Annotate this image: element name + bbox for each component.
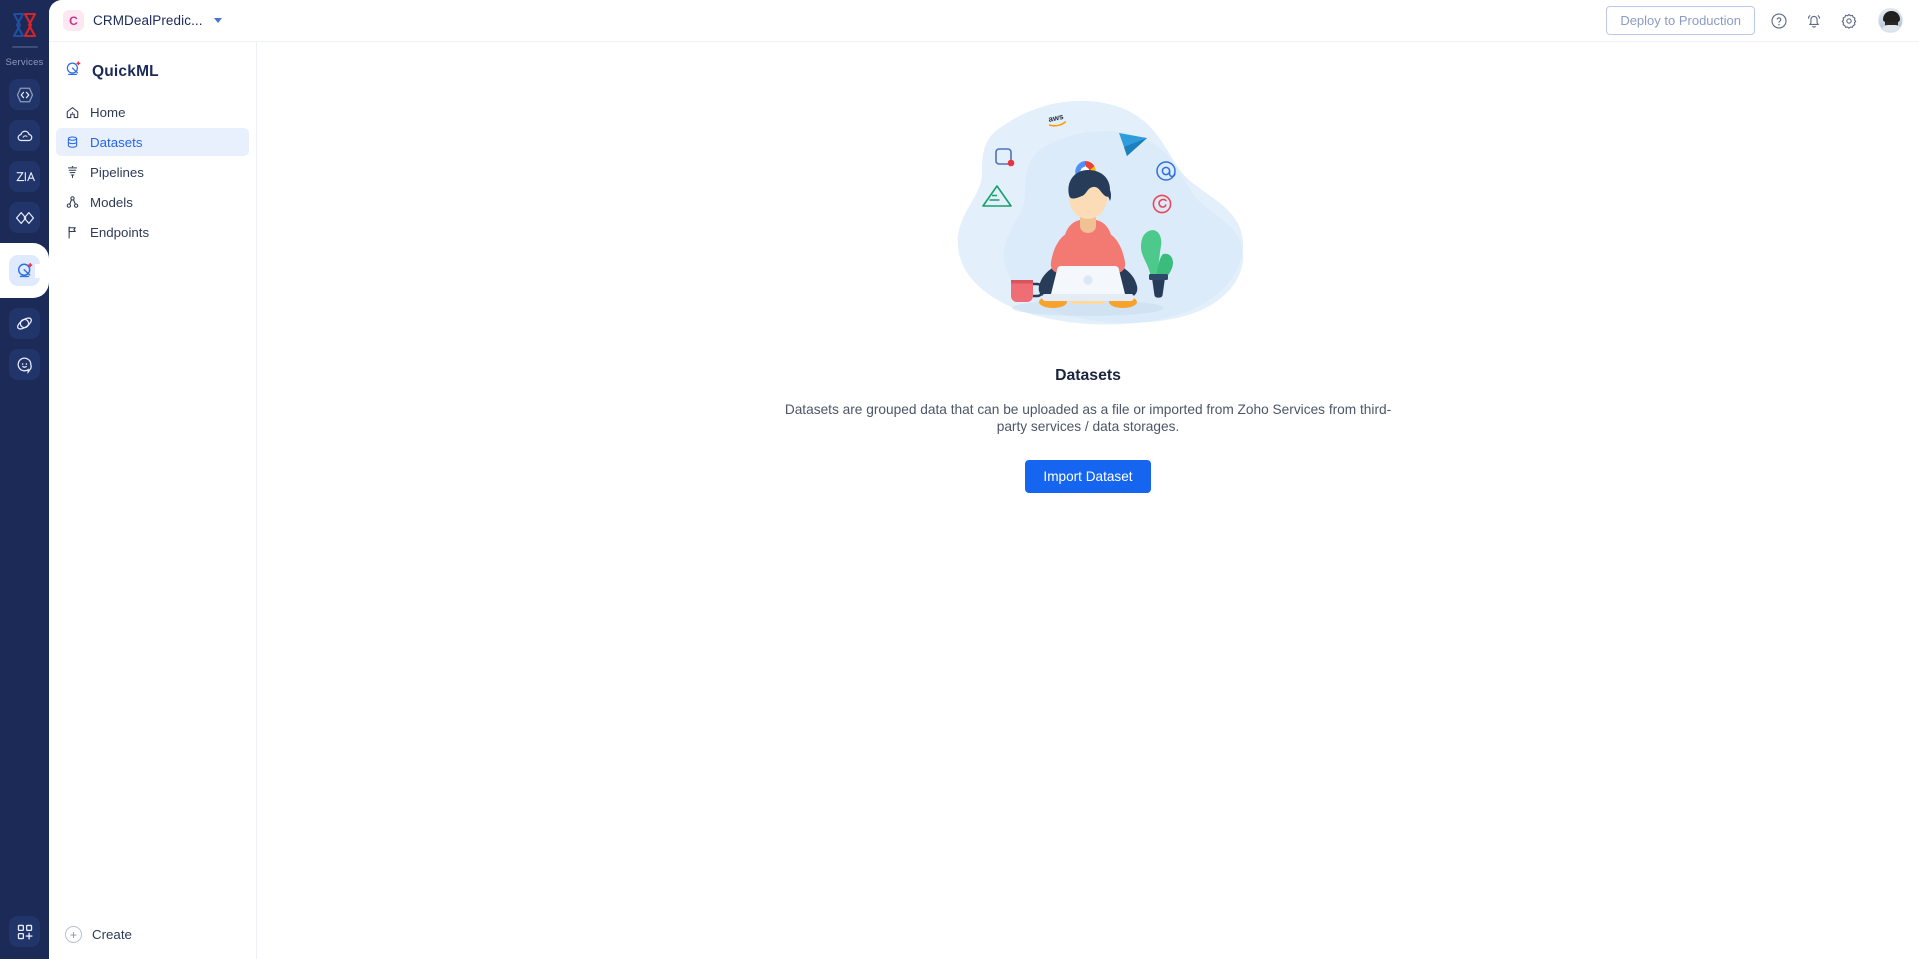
rail-item-list — [0, 79, 49, 380]
org-switcher[interactable]: C CRMDealPredic... — [63, 10, 222, 31]
home-icon — [65, 105, 80, 120]
flag-icon — [65, 225, 80, 240]
topbar-icon-group — [1769, 8, 1903, 33]
quickml-satellite-icon — [64, 60, 83, 84]
person-with-laptop-illustration: aws — [957, 100, 1244, 325]
app-sidebar: QuickML Home Datasets Pipelines Models E… — [49, 42, 257, 959]
rail-item-orbit[interactable] — [9, 308, 40, 339]
page-title: Datasets — [1055, 367, 1121, 384]
models-nodes-icon — [65, 195, 80, 210]
rail-active-highlight — [0, 243, 49, 298]
create-label: Create — [92, 927, 132, 942]
zoho-logo-icon[interactable] — [8, 10, 42, 40]
top-bar: C CRMDealPredic... Deploy to Production — [49, 0, 1919, 42]
sidebar-item-label: Models — [90, 194, 133, 210]
sidebar-item-datasets[interactable]: Datasets — [56, 128, 249, 156]
main-panel: C CRMDealPredic... Deploy to Production — [49, 0, 1919, 959]
sidebar-item-label: Datasets — [90, 134, 143, 150]
app-root: Services C CRMDealPredic... Deploy to Pr… — [0, 0, 1919, 959]
sidebar-item-pipelines[interactable]: Pipelines — [56, 158, 249, 186]
sidebar-item-label: Pipelines — [90, 164, 144, 180]
services-rail: Services — [0, 0, 49, 959]
rail-divider — [11, 46, 38, 48]
brand-name: QuickML — [92, 63, 159, 80]
database-icon — [65, 135, 80, 150]
sidebar-item-label: Endpoints — [90, 224, 150, 240]
settings-gear-icon[interactable] — [1839, 11, 1858, 30]
help-icon[interactable] — [1769, 11, 1788, 30]
rail-item-quickml[interactable] — [9, 255, 40, 286]
panel-body: QuickML Home Datasets Pipelines Models E… — [49, 42, 1919, 959]
quickml-brand: QuickML — [49, 51, 256, 98]
empty-state: aws Datasets Datasets are grouped data t… — [738, 94, 1438, 493]
rail-item-smiley-face[interactable] — [9, 349, 40, 380]
rail-item-catalyst-code[interactable] — [9, 79, 40, 110]
sidebar-nav: Home Datasets Pipelines Models Endpoints — [49, 98, 256, 246]
org-name: CRMDealPredic... — [93, 13, 203, 28]
empty-state-description: Datasets are grouped data that can be up… — [784, 402, 1392, 434]
services-label: Services — [5, 57, 44, 68]
org-avatar: C — [63, 10, 84, 31]
notifications-bell-icon[interactable] — [1804, 11, 1823, 30]
rail-bottom-section — [9, 916, 40, 947]
apps-grid-plus-icon[interactable] — [9, 916, 40, 947]
funnel-icon — [65, 165, 80, 180]
rail-item-diamonds[interactable] — [9, 202, 40, 233]
sidebar-item-home[interactable]: Home — [56, 98, 249, 126]
rail-item-zia[interactable] — [9, 161, 40, 192]
sidebar-item-label: Home — [90, 104, 126, 120]
import-dataset-button[interactable]: Import Dataset — [1025, 459, 1151, 493]
user-avatar[interactable] — [1878, 8, 1903, 33]
content-area: aws Datasets Datasets are grouped data t… — [257, 42, 1919, 959]
sidebar-item-models[interactable]: Models — [56, 188, 249, 216]
deploy-to-production-button[interactable]: Deploy to Production — [1606, 6, 1755, 35]
plus-circle-icon: + — [65, 926, 82, 943]
create-button[interactable]: + Create — [49, 926, 256, 959]
sidebar-item-endpoints[interactable]: Endpoints — [56, 218, 249, 246]
chevron-down-icon[interactable] — [213, 18, 222, 23]
rail-item-cloud[interactable] — [9, 120, 40, 151]
